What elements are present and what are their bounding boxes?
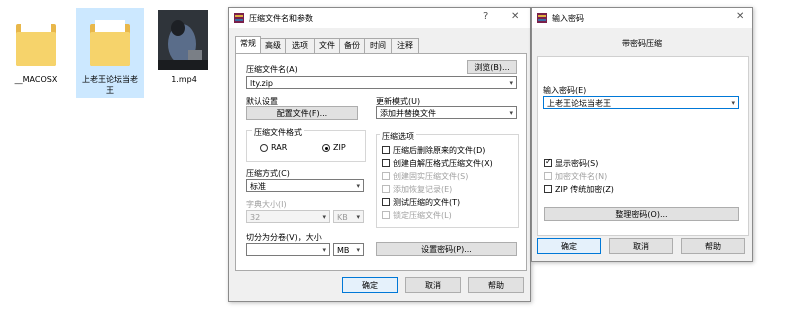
chevron-down-icon[interactable]: ▾ <box>356 244 360 255</box>
chevron-down-icon[interactable]: ▾ <box>322 244 326 255</box>
option-label[interactable]: 压缩后删除原来的文件(D) <box>393 145 485 156</box>
split-size-combobox[interactable]: ▾ <box>246 243 330 256</box>
chevron-down-icon[interactable]: ▾ <box>509 77 513 88</box>
encrypt-filenames-checkbox[interactable] <box>544 172 552 180</box>
recovery-record-checkbox[interactable] <box>382 185 390 193</box>
create-solid-checkbox[interactable] <box>382 172 390 180</box>
file-label: 1.mp4 <box>171 75 197 84</box>
option-label[interactable]: 测试压缩的文件(T) <box>393 197 460 208</box>
zip-legacy-checkbox[interactable] <box>544 185 552 193</box>
close-icon[interactable]: ✕ <box>511 11 519 22</box>
tab-general[interactable]: 常规 <box>235 36 261 54</box>
video-thumbnail <box>158 10 208 70</box>
method-label: 压缩方式(C) <box>246 169 290 178</box>
folder-icon <box>16 20 56 66</box>
format-group-label: 压缩文件格式 <box>252 127 304 138</box>
password-input[interactable]: 上老王论坛当老王 ▾ <box>543 96 739 109</box>
password-dialog-titlebar[interactable]: 输入密码 ✕ <box>532 8 752 28</box>
close-icon[interactable]: ✕ <box>736 11 744 22</box>
update-mode-select[interactable]: 添加并替换文件 ▾ <box>376 106 517 119</box>
tab-comment[interactable]: 注释 <box>391 38 419 53</box>
show-password-checkbox[interactable] <box>544 157 552 167</box>
winrar-icon <box>234 13 244 23</box>
chevron-down-icon: ▾ <box>356 213 360 221</box>
folder-icon <box>90 20 130 66</box>
help-icon[interactable]: ? <box>483 11 488 22</box>
update-mode-value: 添加并替换文件 <box>380 109 436 118</box>
password-dialog-heading: 带密码压缩 <box>622 39 662 48</box>
test-archive-checkbox[interactable] <box>382 198 390 206</box>
archive-dialog-footer: 确定 取消 帮助 <box>229 271 530 301</box>
method-select[interactable]: 标准 ▾ <box>246 179 364 192</box>
archive-name-combobox[interactable]: lty.zip ▾ <box>246 76 517 89</box>
set-password-button[interactable]: 设置密码(P)... <box>376 242 517 256</box>
split-unit-value: MB <box>337 246 350 255</box>
archive-name-label: 压缩文件名(A) <box>246 65 298 74</box>
password-ok-button[interactable]: 确定 <box>537 238 601 254</box>
organize-passwords-button[interactable]: 整理密码(O)... <box>544 207 739 221</box>
password-help-button[interactable]: 帮助 <box>681 238 745 254</box>
method-value: 标准 <box>250 182 266 191</box>
tab-backup[interactable]: 备份 <box>339 38 365 53</box>
option-label[interactable]: 锁定压缩文件(L) <box>393 210 452 221</box>
winrar-icon <box>537 13 547 23</box>
ok-button[interactable]: 确定 <box>342 277 398 293</box>
chevron-down-icon[interactable]: ▾ <box>731 97 735 108</box>
options-group-label: 压缩选项 <box>380 131 416 142</box>
password-panel: 输入密码(E) 上老王论坛当老王 ▾ 显示密码(S) 加密文件名(N) ZIP … <box>537 56 749 236</box>
help-button[interactable]: 帮助 <box>468 277 524 293</box>
lock-archive-checkbox[interactable] <box>382 211 390 219</box>
format-rar-radio[interactable] <box>260 144 268 152</box>
chevron-down-icon[interactable]: ▾ <box>509 107 513 118</box>
desktop-file-macosx[interactable]: __MACOSX <box>2 8 70 96</box>
archive-dialog-titlebar[interactable]: 压缩文件名和参数 ? ✕ <box>229 8 530 28</box>
delete-after-checkbox[interactable] <box>382 146 390 154</box>
tab-files[interactable]: 文件 <box>314 38 340 53</box>
create-sfx-checkbox[interactable] <box>382 159 390 167</box>
option-label[interactable]: 创建自解压格式压缩文件(X) <box>393 158 493 169</box>
password-label: 输入密码(E) <box>543 86 587 95</box>
general-tab-panel: 压缩文件名(A) 浏览(B)... lty.zip ▾ 默认设置 配置文件(F)… <box>235 53 527 271</box>
password-cancel-button[interactable]: 取消 <box>609 238 673 254</box>
dialog-title: 压缩文件名和参数 <box>249 14 313 23</box>
encrypt-filenames-label[interactable]: 加密文件名(N) <box>555 171 607 182</box>
file-label: __MACOSX <box>14 75 58 84</box>
archive-name-value: lty.zip <box>250 79 273 88</box>
password-value: 上老王论坛当老王 <box>547 99 611 108</box>
tab-time[interactable]: 时间 <box>364 38 392 53</box>
split-unit-select[interactable]: MB ▾ <box>333 243 364 256</box>
cancel-button[interactable]: 取消 <box>405 277 461 293</box>
dict-size-select[interactable]: 32 ▾ <box>246 210 330 223</box>
tab-advanced[interactable]: 高级 <box>260 38 286 53</box>
show-password-label[interactable]: 显示密码(S) <box>555 158 598 169</box>
profiles-button[interactable]: 配置文件(F)... <box>246 106 358 120</box>
option-label[interactable]: 创建固实压缩文件(S) <box>393 171 468 182</box>
dict-unit-select[interactable]: KB ▾ <box>333 210 364 223</box>
password-dialog: 输入密码 ✕ 带密码压缩 输入密码(E) 上老王论坛当老王 ▾ 显示密码(S) … <box>531 7 753 262</box>
dialog-title: 输入密码 <box>552 14 584 23</box>
file-label: 上老王论坛当老王 <box>82 75 138 95</box>
option-label[interactable]: 添加恢复记录(E) <box>393 184 452 195</box>
dict-size-label: 字典大小(I) <box>246 200 287 209</box>
chevron-down-icon[interactable]: ▾ <box>356 180 360 191</box>
format-zip-label[interactable]: ZIP <box>333 143 346 152</box>
zip-legacy-label[interactable]: ZIP 传统加密(Z) <box>555 184 614 195</box>
archive-dialog: 压缩文件名和参数 ? ✕ 常规 高级 选项 文件 备份 时间 注释 压缩文件名(… <box>228 7 531 302</box>
tab-options[interactable]: 选项 <box>285 38 315 53</box>
dict-unit-value: KB <box>337 213 348 222</box>
browse-button[interactable]: 浏览(B)... <box>467 60 517 74</box>
desktop-file-mp4[interactable]: 1.mp4 <box>150 8 218 96</box>
format-rar-label[interactable]: RAR <box>271 143 287 152</box>
split-volumes-label: 切分为分卷(V)，大小 <box>246 233 322 242</box>
chevron-down-icon: ▾ <box>322 213 326 221</box>
format-zip-radio[interactable] <box>322 144 330 152</box>
dict-size-value: 32 <box>250 213 261 222</box>
desktop-folder-laowang[interactable]: 上老王论坛当老王 <box>76 8 144 98</box>
